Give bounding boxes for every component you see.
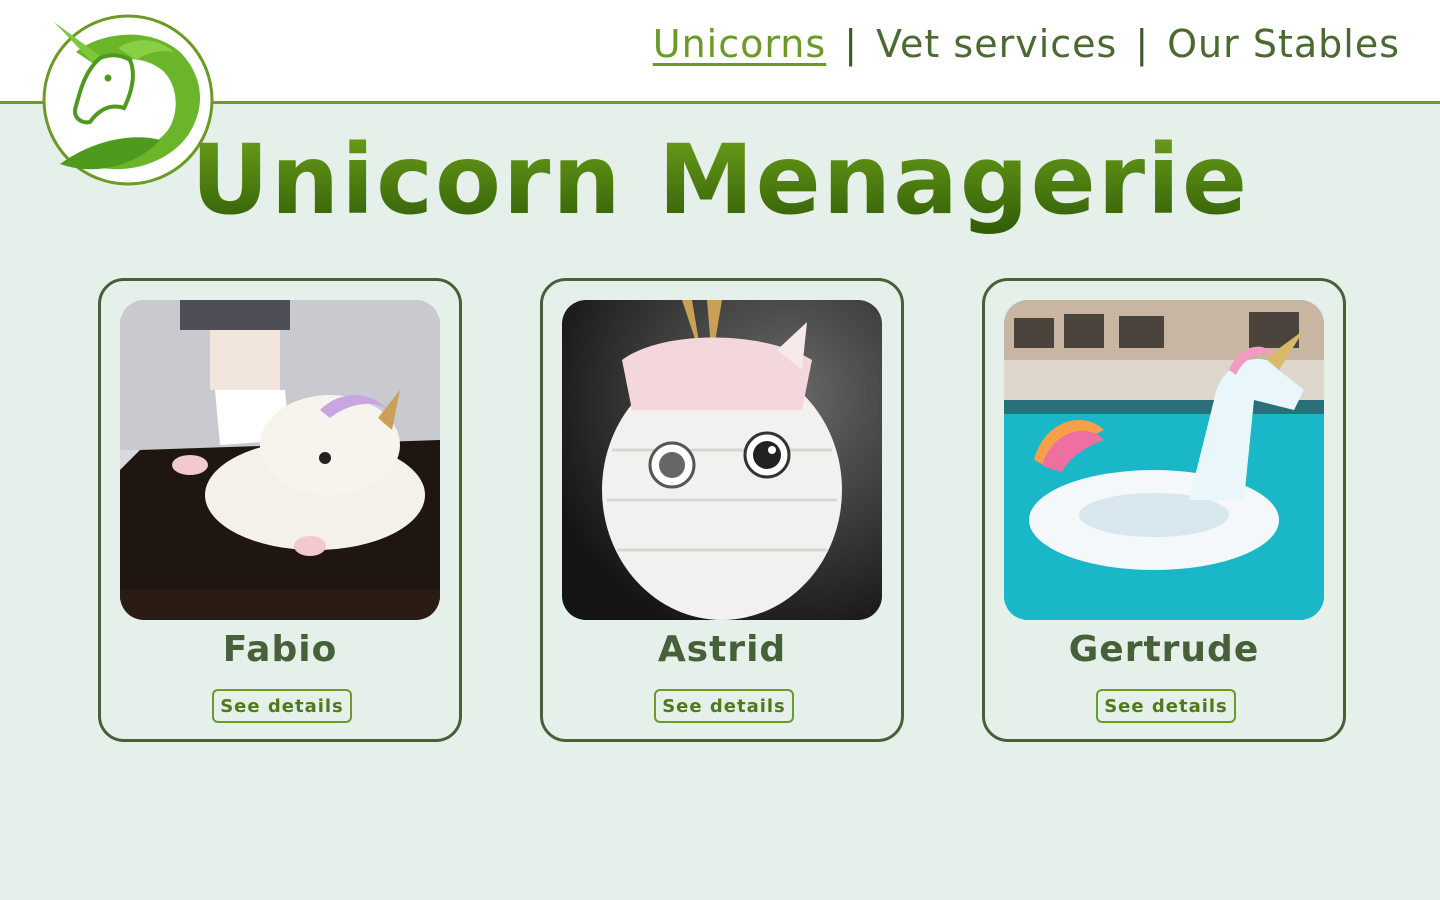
- nav-separator: |: [1135, 22, 1150, 66]
- main-nav: Unicorns | Vet services | Our Stables: [653, 22, 1400, 66]
- unicorn-name: Fabio: [222, 629, 338, 670]
- unicorn-head-logo-icon[interactable]: [40, 12, 220, 188]
- unicorn-name: Gertrude: [1068, 629, 1260, 670]
- see-details-button[interactable]: See details: [212, 689, 352, 723]
- nav-link-our-stables[interactable]: Our Stables: [1167, 22, 1400, 66]
- nav-link-vet-services[interactable]: Vet services: [876, 22, 1117, 66]
- unicorn-card: Fabio See details: [98, 278, 462, 742]
- nav-link-unicorns[interactable]: Unicorns: [653, 22, 826, 66]
- unicorn-name: Astrid: [657, 629, 787, 670]
- see-details-button[interactable]: See details: [1096, 689, 1236, 723]
- unicorn-card-list: Fabio See details Astrid See details Ger…: [98, 278, 1346, 742]
- unicorn-card: Astrid See details: [540, 278, 904, 742]
- unicorn-pool-float-photo: [1004, 300, 1324, 620]
- unicorn-pinata-photo: [562, 300, 882, 620]
- unicorn-slipper-photo: [120, 300, 440, 620]
- unicorn-card: Gertrude See details: [982, 278, 1346, 742]
- nav-separator: |: [844, 22, 858, 66]
- see-details-button[interactable]: See details: [654, 689, 794, 723]
